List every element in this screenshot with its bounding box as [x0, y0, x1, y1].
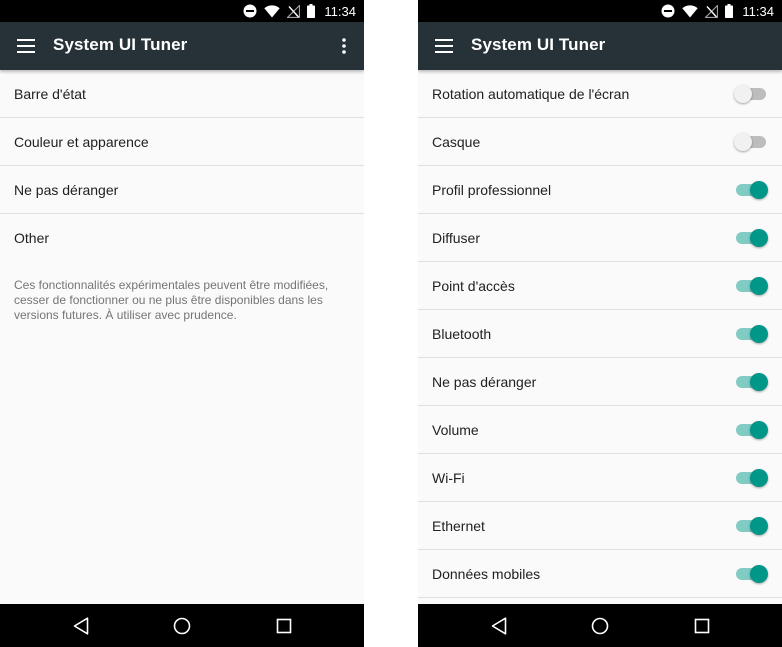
toggle-switch[interactable] — [734, 324, 768, 344]
navigation-bar — [418, 604, 782, 647]
menu-icon[interactable] — [14, 34, 38, 58]
status-bar: 11:34 — [0, 0, 364, 22]
do-not-disturb-icon — [661, 4, 675, 18]
list-item-status-bar[interactable]: Barre d'état — [0, 70, 364, 118]
toggle-row-ethernet[interactable]: Ethernet — [418, 502, 782, 550]
menu-icon[interactable] — [432, 34, 456, 58]
toggle-label: Rotation automatique de l'écran — [432, 85, 630, 102]
toggle-switch[interactable] — [734, 276, 768, 296]
toggle-label: Casque — [432, 133, 481, 150]
left-screen: 11:34 System UI Tuner Barre d'état Coule… — [0, 0, 364, 647]
toggle-switch[interactable] — [734, 516, 768, 536]
toggle-label: Volume — [432, 421, 479, 438]
toggle-row-volume[interactable]: Volume — [418, 406, 782, 454]
navigation-bar — [0, 604, 364, 647]
wifi-icon — [264, 4, 281, 18]
experimental-warning-text: Ces fonctionnalités expérimentales peuve… — [14, 278, 329, 322]
toggle-label: Wi-Fi — [432, 469, 465, 486]
toggle-switch[interactable] — [734, 132, 768, 152]
toggle-row-do-not-disturb[interactable]: Ne pas déranger — [418, 358, 782, 406]
toggle-row-wifi[interactable]: Wi-Fi — [418, 454, 782, 502]
toggle-label: Profil professionnel — [432, 181, 552, 198]
toggle-row-work-profile[interactable]: Profil professionnel — [418, 166, 782, 214]
no-signal-icon — [705, 4, 719, 18]
toggle-label: Données mobiles — [432, 565, 541, 582]
toggle-row-cast[interactable]: Diffuser — [418, 214, 782, 262]
toggle-switch[interactable] — [734, 372, 768, 392]
toggle-switch[interactable] — [734, 228, 768, 248]
home-icon[interactable] — [171, 615, 193, 637]
toggle-row-headset[interactable]: Casque — [418, 118, 782, 166]
toggle-label: Ne pas déranger — [432, 373, 537, 390]
toggle-label: Bluetooth — [432, 325, 492, 342]
toggle-switch[interactable] — [734, 180, 768, 200]
toggle-row-auto-rotate[interactable]: Rotation automatique de l'écran — [418, 70, 782, 118]
recent-apps-icon[interactable] — [273, 615, 295, 637]
back-icon[interactable] — [70, 615, 92, 637]
battery-icon — [725, 4, 734, 18]
toggle-switch[interactable] — [734, 84, 768, 104]
battery-icon — [307, 4, 316, 18]
list-item-label: Other — [14, 230, 50, 246]
list-item-label: Couleur et apparence — [14, 133, 149, 150]
app-bar: System UI Tuner — [0, 22, 364, 70]
no-signal-icon — [287, 4, 301, 18]
toggle-row-bluetooth[interactable]: Bluetooth — [418, 310, 782, 358]
toggle-row-mobile-data[interactable]: Données mobiles — [418, 550, 782, 598]
list-item-do-not-disturb[interactable]: Ne pas déranger — [0, 166, 364, 214]
toggle-label: Point d'accès — [432, 277, 515, 294]
toggle-switch[interactable] — [734, 564, 768, 584]
status-time: 11:34 — [324, 3, 356, 19]
list-item-label: Ne pas déranger — [14, 181, 119, 198]
status-bar: 11:34 — [418, 0, 782, 22]
toggle-label: Diffuser — [432, 229, 480, 246]
list-item-color-appearance[interactable]: Couleur et apparence — [0, 118, 364, 166]
page-title: System UI Tuner — [471, 35, 606, 54]
app-bar: System UI Tuner — [418, 22, 782, 70]
list-item-label: Barre d'état — [14, 85, 86, 102]
settings-list: Barre d'état Couleur et apparence Ne pas… — [0, 70, 364, 323]
status-time: 11:34 — [742, 3, 774, 19]
right-screen: 11:34 System UI Tuner Rotation automatiq… — [418, 0, 782, 647]
wifi-icon — [682, 4, 699, 18]
recent-apps-icon[interactable] — [691, 615, 713, 637]
page-title: System UI Tuner — [53, 35, 188, 54]
list-item-other[interactable]: Other — [0, 214, 364, 262]
home-icon[interactable] — [589, 615, 611, 637]
back-icon[interactable] — [488, 615, 510, 637]
quick-settings-list: Rotation automatique de l'écran Casque P… — [418, 70, 782, 598]
do-not-disturb-icon — [243, 4, 257, 18]
toggle-switch[interactable] — [734, 468, 768, 488]
toggle-label: Ethernet — [432, 517, 485, 534]
toggle-row-hotspot[interactable]: Point d'accès — [418, 262, 782, 310]
overflow-menu-icon[interactable] — [332, 34, 356, 58]
toggle-switch[interactable] — [734, 420, 768, 440]
